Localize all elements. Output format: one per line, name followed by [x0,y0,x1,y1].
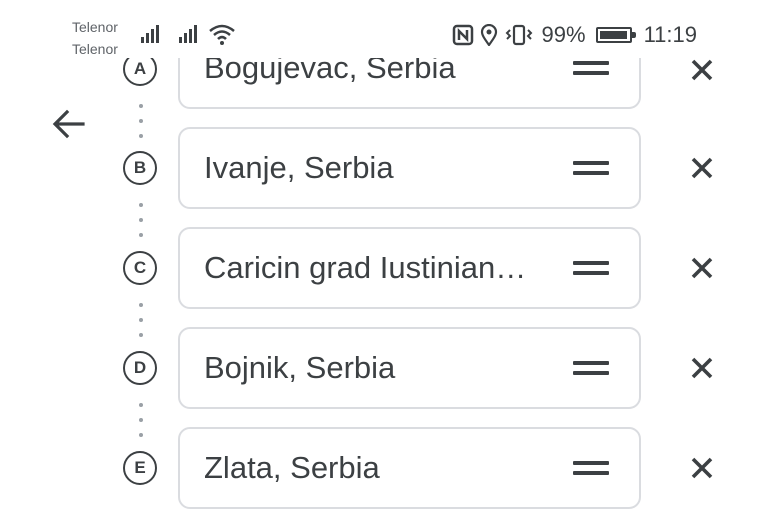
waypoint-marker: B [123,151,157,185]
signal-icon [179,25,197,43]
clock: 11:19 [643,22,697,47]
drag-handle-icon[interactable] [573,61,609,75]
vibrate-icon [505,24,532,46]
close-icon [691,257,713,279]
carrier-label-1: Telenor [72,19,118,35]
battery-icon [595,27,636,43]
location-icon [480,24,497,46]
waypoint-name: Bojnik, Serbia [204,350,396,385]
carrier-label-2: Telenor [72,41,118,57]
waypoint-field[interactable]: Zlata, Serbia [178,427,641,509]
close-icon [691,357,713,379]
waypoint-field[interactable]: Bojnik, Serbia [178,327,641,409]
waypoint-row: E Zlata, Serbia [0,426,757,510]
status-right: 99% 11:19 [452,20,697,50]
waypoint-row: C Caricin grad Iustinian… [0,226,757,337]
drag-handle-icon[interactable] [573,361,609,375]
remove-waypoint-button[interactable] [686,352,718,384]
wifi-icon [209,24,235,45]
remove-waypoint-button[interactable] [686,452,718,484]
carrier-labels: Telenor Telenor [72,16,118,60]
waypoint-marker: C [123,251,157,285]
waypoint-name: Caricin grad Iustinian… [204,250,527,285]
status-bar: Telenor Telenor 99% 11:19 [0,0,757,58]
signal-icon [141,25,159,43]
battery-level-fill [599,31,628,39]
waypoint-marker: D [123,351,157,385]
remove-waypoint-button[interactable] [686,252,718,284]
remove-waypoint-button[interactable] [686,54,718,86]
waypoint-field[interactable]: Ivanje, Serbia [178,127,641,209]
waypoint-row: D Bojnik, Serbia [0,326,757,437]
close-icon [691,157,713,179]
remove-waypoint-button[interactable] [686,152,718,184]
nfc-icon [452,24,473,46]
battery-percent: 99% [541,22,586,47]
waypoint-field[interactable]: Caricin grad Iustinian… [178,227,641,309]
waypoint-name: Ivanje, Serbia [204,150,394,185]
drag-handle-icon[interactable] [573,261,609,275]
drag-handle-icon[interactable] [573,461,609,475]
close-icon [691,59,713,81]
waypoint-marker: E [123,451,157,485]
waypoint-row: B Ivanje, Serbia [0,126,757,237]
waypoint-name: Zlata, Serbia [204,450,380,485]
close-icon [691,457,713,479]
drag-handle-icon[interactable] [573,161,609,175]
